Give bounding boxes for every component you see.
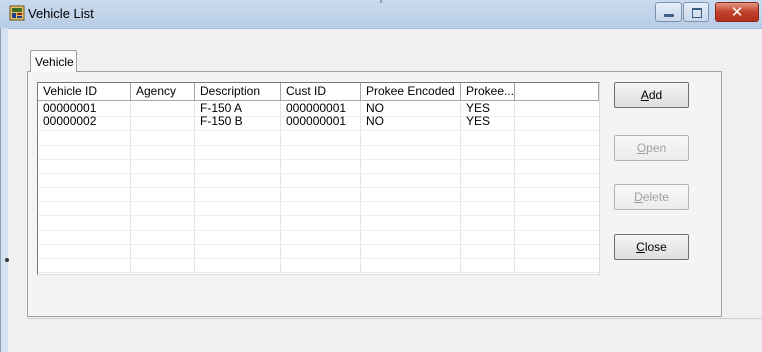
column-header[interactable]: Agency <box>131 83 195 101</box>
add-button-label: dd <box>648 88 663 102</box>
column-header[interactable]: Prokee Encoded <box>361 83 461 101</box>
table-cell <box>131 102 195 115</box>
vehicle-app-icon <box>9 5 25 21</box>
vehicle-list[interactable]: Vehicle ID Agency Description Cust ID Prokee… <box>37 82 600 275</box>
close-button-label: lose <box>644 240 667 254</box>
table-cell: YES <box>466 102 491 115</box>
column-header[interactable]: Description <box>195 83 281 101</box>
maximize-button[interactable] <box>683 2 709 22</box>
close-button-accelerator: C <box>636 240 645 254</box>
table-cell: NO <box>366 102 384 115</box>
row-gridline <box>38 145 599 146</box>
row-gridline <box>38 130 599 131</box>
column-header[interactable]: Vehicle ID <box>38 83 131 101</box>
table-cell: 00000002 <box>43 115 97 128</box>
row-gridline <box>38 272 599 273</box>
tab-vehicle-label: Vehicle <box>35 55 74 69</box>
open-button-accelerator: O <box>636 141 647 155</box>
column-header[interactable]: Prokee... <box>461 83 515 101</box>
table-cell: 00000001 <box>43 102 97 115</box>
column-header[interactable]: Cust ID <box>281 83 361 101</box>
close-icon: ✕ <box>730 3 744 21</box>
panel-separator <box>27 318 762 319</box>
table-cell: 000000001 <box>286 115 347 128</box>
minimize-icon <box>664 14 674 17</box>
add-button[interactable]: Add <box>614 82 689 108</box>
window-left-edge <box>0 28 1 352</box>
row-gridline <box>38 173 599 174</box>
vehicle-list-window: Vehicle List ✕ Vehicle Vehicle ID Agency D… <box>0 0 762 352</box>
close-window-button[interactable]: ✕ <box>715 2 759 22</box>
table-cell: F-150 B <box>200 115 243 128</box>
maximize-icon <box>692 8 702 18</box>
delete-button-accelerator: D <box>634 190 643 204</box>
list-header: Vehicle ID Agency Description Cust ID Prokee… <box>38 83 599 101</box>
row-gridline <box>38 159 599 160</box>
row-gridline <box>38 215 599 216</box>
table-cell: NO <box>366 115 384 128</box>
delete-button-label: elete <box>642 190 669 204</box>
window-title: Vehicle List <box>28 6 94 21</box>
row-gridline <box>38 187 599 188</box>
title-bar[interactable]: Vehicle List ✕ <box>0 0 762 29</box>
table-cell: 000000001 <box>286 102 347 115</box>
open-button[interactable]: Open <box>614 135 689 161</box>
window-left-frame <box>0 28 8 352</box>
row-gridline <box>38 201 599 202</box>
column-header-filler <box>515 83 599 101</box>
table-cell: YES <box>466 115 491 128</box>
row-gridline <box>38 258 599 259</box>
close-button[interactable]: Close <box>614 234 689 260</box>
delete-button[interactable]: Delete <box>614 184 689 210</box>
table-row[interactable]: 00000002 F-150 B 000000001 NO YES <box>38 115 599 128</box>
table-cell <box>131 115 195 128</box>
title-divider <box>380 0 382 3</box>
row-gridline <box>38 230 599 231</box>
add-button-accelerator: A <box>640 88 649 102</box>
minimize-button[interactable] <box>655 2 682 22</box>
row-gridline <box>38 244 599 245</box>
table-cell: F-150 A <box>200 102 243 115</box>
resize-dot <box>5 258 9 262</box>
open-button-label: pen <box>646 141 667 155</box>
table-row[interactable]: 00000001 F-150 A 000000001 NO YES <box>38 102 599 115</box>
tab-vehicle[interactable]: Vehicle <box>30 50 77 72</box>
